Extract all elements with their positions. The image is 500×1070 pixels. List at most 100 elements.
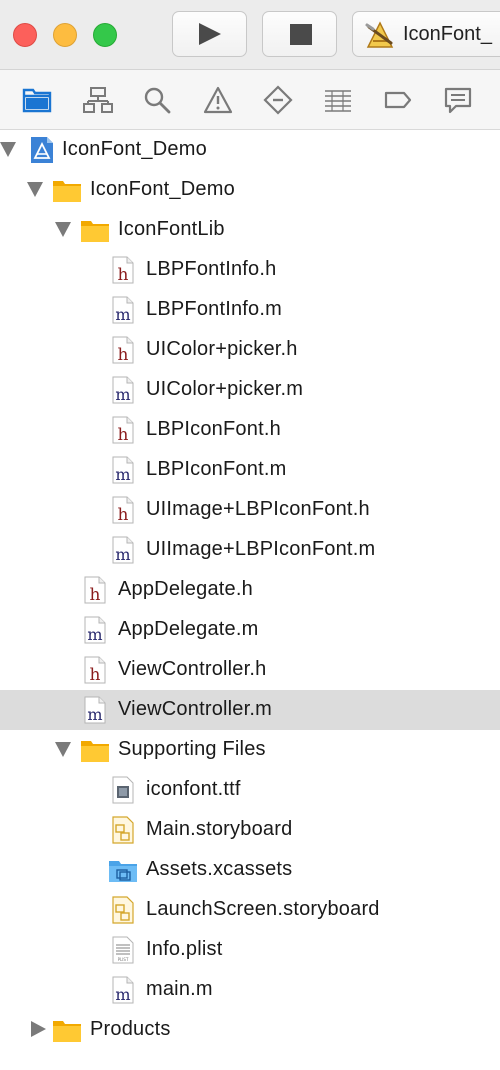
tree-row-label: IconFont_Demo [90,178,235,200]
svg-text:h: h [118,425,129,445]
svg-text:m: m [87,705,102,724]
tree-row[interactable]: m LBPFontInfo.m [0,290,500,330]
tree-row-label: IconFont_Demo [62,138,207,160]
report-icon[interactable] [443,85,473,115]
objc-source-file-icon: m [108,535,138,565]
disclosure-open-icon[interactable] [27,182,43,197]
tree-row-label: IconFontLib [118,218,225,240]
header-file-icon: h [108,415,138,445]
tree-row-label: UIImage+LBPIconFont.h [146,498,370,520]
tree-row[interactable]: h ViewController.h [0,650,500,690]
hierarchy-icon[interactable] [83,85,113,115]
svg-text:m: m [115,465,130,484]
tree-row-label: Info.plist [146,938,223,960]
header-file-icon: h [108,495,138,525]
navigator-selector-bar [0,70,500,130]
folder-icon [52,175,82,205]
test-diamond-icon[interactable] [263,85,293,115]
svg-text:m: m [115,545,130,564]
tree-row[interactable]: h LBPFontInfo.h [0,250,500,290]
run-button[interactable] [172,11,247,57]
disclosure-open-icon[interactable] [55,222,71,237]
minimize-window-button[interactable] [53,23,77,47]
tree-row[interactable]: m UIImage+LBPIconFont.m [0,530,500,570]
svg-text:h: h [118,345,129,365]
stop-button[interactable] [262,11,337,57]
storyboard-file-icon [108,895,138,925]
tree-row-label: LBPIconFont.m [146,458,287,480]
objc-source-file-icon: m [108,455,138,485]
xcode-project-icon [27,135,57,165]
tree-row[interactable]: m LBPIconFont.m [0,450,500,490]
play-icon [199,23,221,45]
svg-text:m: m [115,985,130,1004]
folder-icon [80,735,110,765]
tree-row[interactable]: m main.m [0,970,500,1010]
header-file-icon: h [80,575,110,605]
breakpoint-icon[interactable] [383,85,413,115]
disclosure-open-icon[interactable] [55,742,71,757]
objc-source-file-icon: m [108,375,138,405]
svg-text:PLIST: PLIST [118,957,129,962]
tree-row[interactable]: h AppDelegate.h [0,570,500,610]
objc-source-file-icon: m [80,695,110,725]
font-file-icon [108,775,138,805]
tree-row[interactable]: IconFontLib [0,210,500,250]
tree-row[interactable]: LaunchScreen.storyboard [0,890,500,930]
tree-row[interactable]: IconFont_Demo [0,170,500,210]
tree-row-label: LBPFontInfo.h [146,258,277,280]
disclosure-closed-icon[interactable] [31,1021,46,1037]
tree-row[interactable]: Main.storyboard [0,810,500,850]
search-icon[interactable] [142,85,172,115]
window-toolbar: IconFont_ [0,0,500,70]
objc-source-file-icon: m [108,975,138,1005]
tree-row[interactable]: m AppDelegate.m [0,610,500,650]
zoom-window-button[interactable] [93,23,117,47]
tree-row[interactable]: iconfont.ttf [0,770,500,810]
tree-row[interactable]: h LBPIconFont.h [0,410,500,450]
svg-text:h: h [90,665,101,685]
warning-icon[interactable] [203,85,233,115]
close-window-button[interactable] [13,23,37,47]
disclosure-open-icon[interactable] [0,142,16,157]
tree-row-label: AppDelegate.h [118,578,253,600]
tree-row-label: main.m [146,978,213,1000]
tree-row-label: ViewController.h [118,658,267,680]
tree-row-label: LBPIconFont.h [146,418,281,440]
scheme-selector[interactable]: IconFont_ [352,11,500,57]
plist-file-icon: PLIST [108,935,138,965]
tree-row[interactable]: m ViewController.m [0,690,500,730]
svg-text:h: h [118,265,129,285]
tree-row[interactable]: h UIColor+picker.h [0,330,500,370]
tree-row-label: AppDelegate.m [118,618,259,640]
tree-row-label: UIColor+picker.m [146,378,304,400]
stop-icon [290,24,312,45]
tree-row[interactable]: m UIColor+picker.m [0,370,500,410]
folder-icon [52,1015,82,1045]
storyboard-file-icon [108,815,138,845]
tree-row[interactable]: IconFont_Demo [0,130,500,170]
tree-row-label: iconfont.ttf [146,778,241,800]
xcode-app-icon [365,21,394,48]
tree-row[interactable]: h UIImage+LBPIconFont.h [0,490,500,530]
svg-text:m: m [115,385,130,404]
svg-text:h: h [90,585,101,605]
tree-row-label: Assets.xcassets [146,858,293,880]
asset-catalog-icon [108,855,138,885]
objc-source-file-icon: m [80,615,110,645]
svg-text:m: m [87,625,102,644]
tree-row-label: UIImage+LBPIconFont.m [146,538,376,560]
folder-icon [80,215,110,245]
scheme-label: IconFont_ [403,23,492,45]
tree-row-label: Products [90,1018,171,1040]
tree-row[interactable]: Supporting Files [0,730,500,770]
tree-row[interactable]: Assets.xcassets [0,850,500,890]
tree-row-label: ViewController.m [118,698,273,720]
folder-icon[interactable] [22,85,52,115]
svg-text:m: m [115,305,130,324]
tree-row-label: Main.storyboard [146,818,293,840]
header-file-icon: h [80,655,110,685]
tree-row[interactable]: PLIST Info.plist [0,930,500,970]
list-icon[interactable] [323,85,353,115]
tree-row[interactable]: Products [0,1010,500,1050]
